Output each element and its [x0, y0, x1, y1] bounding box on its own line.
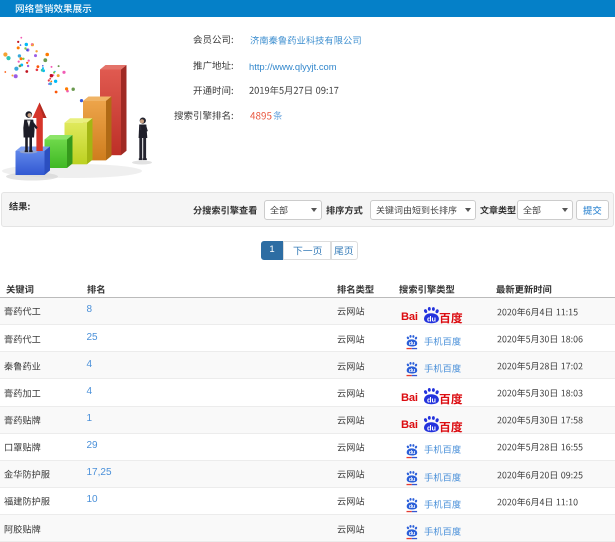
svg-text:du: du: [426, 396, 436, 405]
svg-text:du: du: [409, 368, 415, 374]
svg-text:du: du: [426, 423, 436, 432]
svg-text:du: du: [409, 531, 415, 537]
svg-text:du: du: [426, 314, 436, 323]
svg-text:du: du: [409, 341, 415, 347]
svg-text:du: du: [409, 504, 415, 510]
svg-text:du: du: [409, 450, 415, 456]
svg-text:du: du: [409, 477, 415, 483]
